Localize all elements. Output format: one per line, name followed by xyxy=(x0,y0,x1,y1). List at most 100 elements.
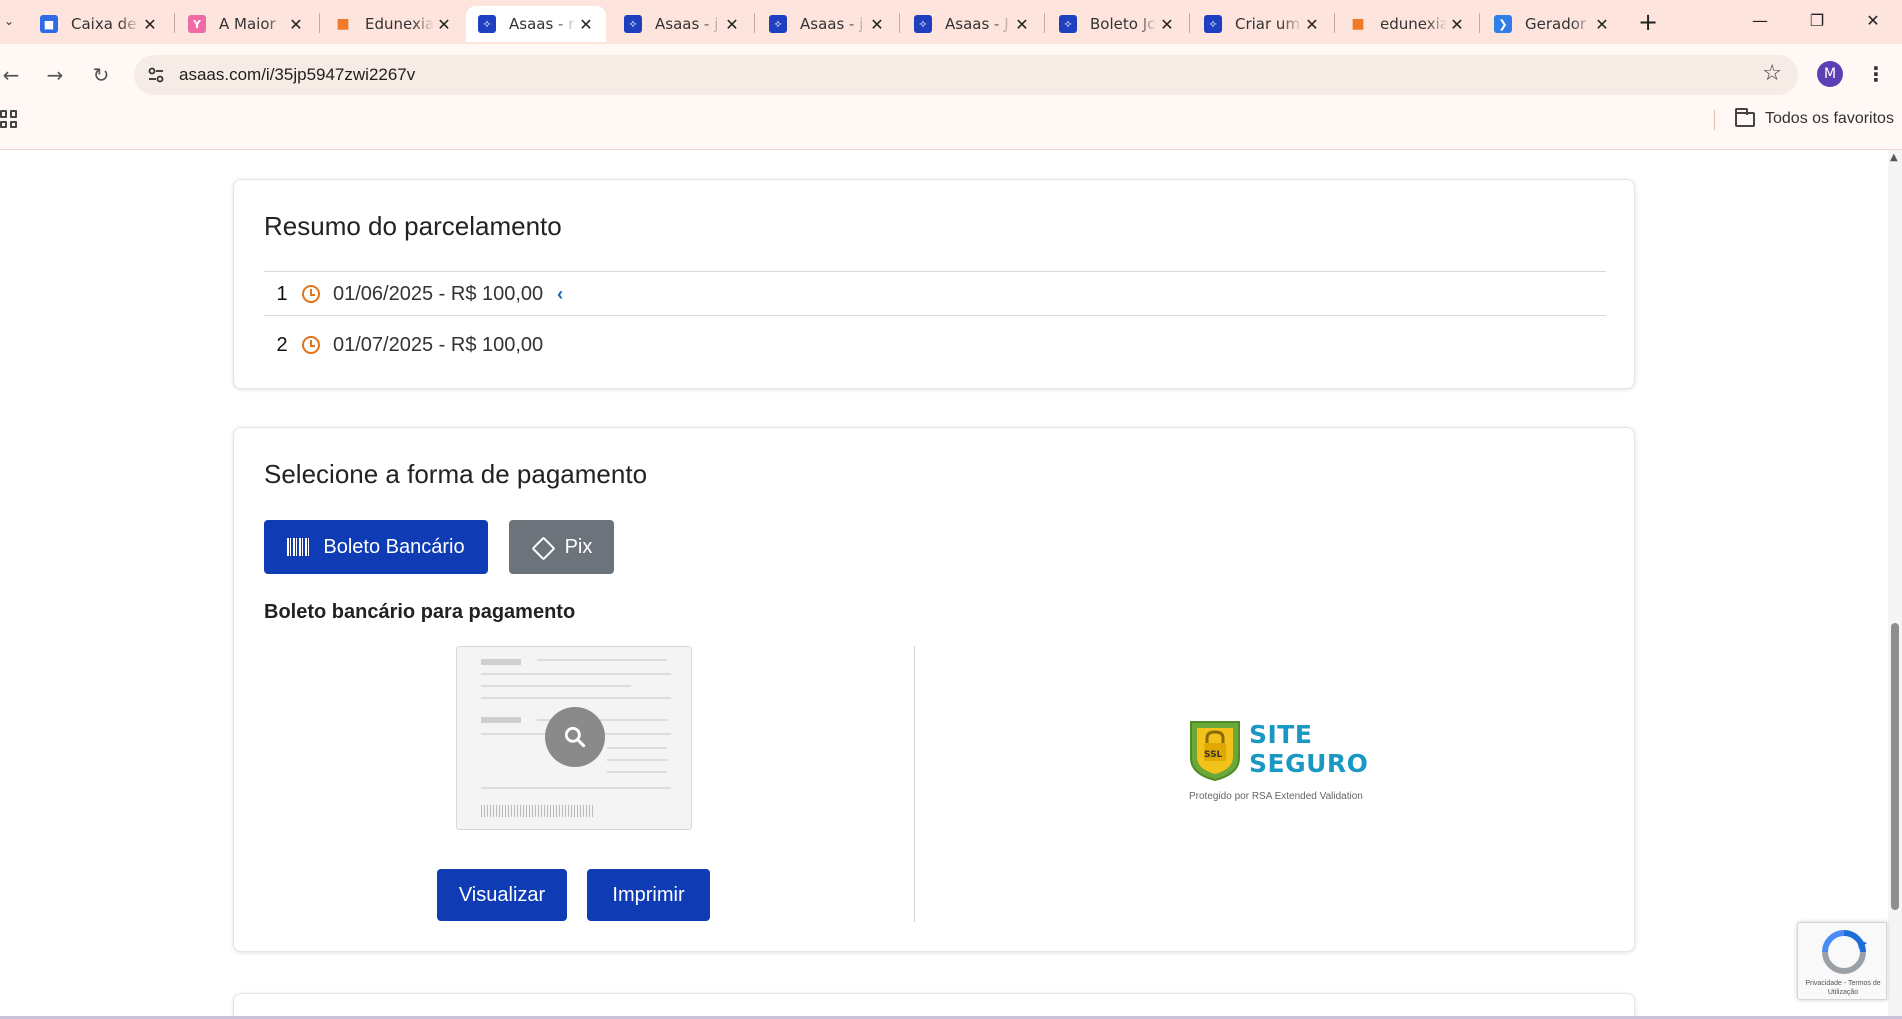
pix-method-button[interactable]: Pix xyxy=(509,520,614,574)
tab-search-chevron-icon[interactable]: ⌄ xyxy=(0,8,18,34)
close-tab-icon[interactable]: ✕ xyxy=(1012,14,1032,34)
site-seguro-seal: SSL SITE SEGURO Protegido por RSA Extend… xyxy=(1189,720,1379,810)
asaas-favicon-icon: ✧ xyxy=(769,15,787,33)
zoom-search-icon[interactable] xyxy=(545,707,605,767)
chevron-left-icon: ‹ xyxy=(557,283,564,304)
barcode-icon xyxy=(287,538,312,556)
boleto-subtitle: Boleto bancário para pagamento xyxy=(264,601,576,623)
minimize-icon[interactable]: — xyxy=(1740,4,1780,36)
close-tab-icon[interactable]: ✕ xyxy=(286,14,306,34)
close-tab-icon[interactable]: ✕ xyxy=(722,14,742,34)
tab-gerador[interactable]: ❯ Gerador ✕ xyxy=(1482,6,1622,42)
gerador-favicon-icon: ❯ xyxy=(1494,15,1512,33)
apps-grid-icon[interactable] xyxy=(0,110,18,128)
back-arrow-icon[interactable]: ← xyxy=(0,58,28,92)
address-bar[interactable]: asaas.com/i/35jp5947zwi2267v ☆ xyxy=(134,55,1798,95)
site-settings-icon[interactable] xyxy=(144,63,168,87)
boleto-preview-thumbnail[interactable] xyxy=(456,646,692,830)
recaptcha-badge[interactable]: Privacidade - Termos de Utilização xyxy=(1797,922,1887,1000)
window-close-icon[interactable]: ✕ xyxy=(1853,4,1893,36)
all-bookmarks-label: Todos os favoritos xyxy=(1765,110,1894,127)
new-tab-plus-icon[interactable]: + xyxy=(1634,8,1662,36)
installment-number: 1 xyxy=(276,282,288,305)
page-viewport: Resumo do parcelamento 1 01/06/2025 - R$… xyxy=(0,150,1888,1016)
installment-text: 01/06/2025 - R$ 100,00 xyxy=(333,282,544,305)
restore-icon[interactable]: ❐ xyxy=(1797,4,1837,36)
seal-line1: SITE xyxy=(1249,720,1313,749)
tab-boleto[interactable]: ✧ Boleto Jc ✕ xyxy=(1047,6,1187,42)
edunexia-favicon-icon: ■ xyxy=(1351,16,1365,32)
pink-favicon-icon: Y xyxy=(188,15,206,33)
view-boleto-button[interactable]: Visualizar xyxy=(437,869,567,921)
installment-number: 2 xyxy=(276,333,288,356)
recaptcha-links[interactable]: Privacidade - Termos de Utilização xyxy=(1802,979,1884,997)
url-text[interactable]: asaas.com/i/35jp5947zwi2267v xyxy=(179,65,415,85)
close-tab-icon[interactable]: ✕ xyxy=(434,14,454,34)
tab-asaas-active[interactable]: ✧ Asaas - r ✕ xyxy=(466,6,606,42)
tab-caixa[interactable]: ■ Caixa de ✕ xyxy=(28,6,170,42)
installment-row: 2 01/07/2025 - R$ 100,00 xyxy=(264,324,1606,366)
all-bookmarks-button[interactable]: Todos os favoritos xyxy=(1735,107,1894,130)
tab-title: Gerador xyxy=(1525,15,1587,33)
browser-menu-icon[interactable]: ⋮ xyxy=(1866,61,1886,87)
clock-icon xyxy=(302,285,320,303)
tab-asaas-4[interactable]: ✧ Asaas - J ✕ xyxy=(902,6,1042,42)
folder-icon xyxy=(1735,107,1755,127)
edunexia-favicon-icon: ■ xyxy=(336,16,350,32)
mail-favicon-icon: ■ xyxy=(40,15,58,33)
payment-method-card: Selecione a forma de pagamento Boleto Ba… xyxy=(233,427,1635,952)
close-tab-icon[interactable]: ✕ xyxy=(1157,14,1177,34)
close-tab-icon[interactable]: ✕ xyxy=(1447,14,1467,34)
summary-title: Resumo do parcelamento xyxy=(264,211,562,241)
asaas-favicon-icon: ✧ xyxy=(478,15,496,33)
seal-line2: SEGURO xyxy=(1249,749,1369,778)
asaas-favicon-icon: ✧ xyxy=(1059,15,1077,33)
close-tab-icon[interactable]: ✕ xyxy=(1592,14,1612,34)
vertical-divider xyxy=(914,646,915,922)
asaas-favicon-icon: ✧ xyxy=(1204,15,1222,33)
bookmark-star-icon[interactable]: ☆ xyxy=(1762,61,1782,86)
ssl-badge-text: SSL xyxy=(1204,750,1223,760)
tab-title: A Maior xyxy=(219,15,276,33)
print-boleto-button[interactable]: Imprimir xyxy=(587,869,710,921)
installment-summary-card: Resumo do parcelamento 1 01/06/2025 - R$… xyxy=(233,179,1635,389)
clock-icon xyxy=(302,336,320,354)
reload-icon[interactable]: ↻ xyxy=(84,58,118,92)
tab-edunexia-2[interactable]: ■ edunexia ✕ xyxy=(1337,6,1477,42)
tab-asaas-3[interactable]: ✧ Asaas - j ✕ xyxy=(757,6,897,42)
pix-icon xyxy=(531,536,553,558)
tab-title: edunexia xyxy=(1380,15,1447,33)
tab-title: Edunexia xyxy=(365,15,434,33)
pix-method-label: Pix xyxy=(564,535,593,558)
close-tab-icon[interactable]: ✕ xyxy=(576,14,596,34)
tab-title: Asaas - J xyxy=(945,15,1009,33)
tab-title: Caixa de xyxy=(71,15,137,33)
boleto-method-button[interactable]: Boleto Bancário xyxy=(264,520,488,574)
close-tab-icon[interactable]: ✕ xyxy=(1302,14,1322,34)
boleto-method-label: Boleto Bancário xyxy=(323,535,465,558)
tab-title: Criar um xyxy=(1235,15,1301,33)
profile-avatar[interactable]: M xyxy=(1817,61,1843,87)
close-tab-icon[interactable]: ✕ xyxy=(140,14,160,34)
scroll-thumb[interactable] xyxy=(1891,623,1899,910)
seal-caption: Protegido por RSA Extended Validation xyxy=(1189,791,1363,802)
tab-criar-um[interactable]: ✧ Criar um ✕ xyxy=(1192,6,1332,42)
scroll-up-arrow-icon[interactable]: ▲ xyxy=(1890,152,1898,163)
tab-title: Boleto Jc xyxy=(1090,15,1156,33)
tab-asaas-2[interactable]: ✧ Asaas - j ✕ xyxy=(612,6,752,42)
payment-title: Selecione a forma de pagamento xyxy=(264,459,648,489)
tab-title: Asaas - r xyxy=(509,15,575,33)
divider xyxy=(264,271,1606,272)
forward-arrow-icon[interactable]: → xyxy=(38,58,72,92)
recaptcha-logo-icon xyxy=(1822,930,1867,974)
divider xyxy=(264,315,1606,316)
tab-strip: ⌄ ■ Caixa de ✕ Y A Maior ✕ ■ Edunexia ✕ … xyxy=(0,0,1902,44)
bookmark-separator xyxy=(1714,110,1715,130)
tab-edunexia[interactable]: ■ Edunexia ✕ xyxy=(322,6,464,42)
close-tab-icon[interactable]: ✕ xyxy=(867,14,887,34)
page-scrollbar[interactable]: ▲ xyxy=(1888,150,1902,1016)
tab-title: Asaas - j xyxy=(655,15,719,33)
installment-row: 1 01/06/2025 - R$ 100,00 ‹ xyxy=(264,273,1606,315)
browser-toolbar: ← → ↻ asaas.com/i/35jp5947zwi2267v ☆ M ⋮… xyxy=(0,44,1902,150)
tab-a-maior[interactable]: Y A Maior ✕ xyxy=(176,6,316,42)
